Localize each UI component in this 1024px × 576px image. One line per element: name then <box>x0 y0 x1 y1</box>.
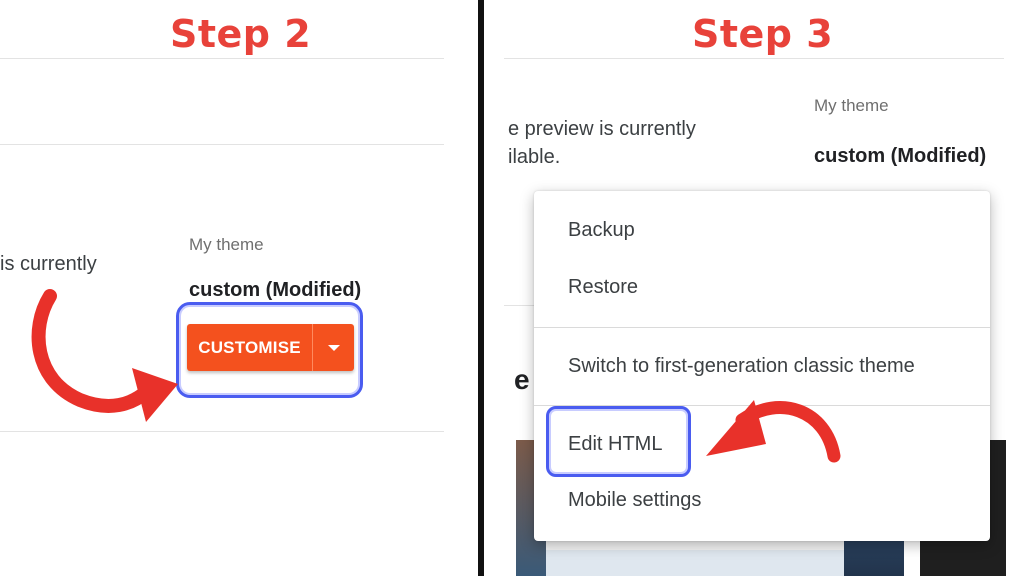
divider-line <box>0 58 444 59</box>
menu-item-restore[interactable]: Restore <box>568 276 638 299</box>
theme-options-menu: Backup Restore Switch to first-generatio… <box>534 191 990 541</box>
theme-thumbnail[interactable] <box>546 540 844 576</box>
step-2-panel: Step 2 is currently My theme custom (Mod… <box>0 0 478 576</box>
menu-item-mobile-settings[interactable]: Mobile settings <box>568 489 701 512</box>
customise-button[interactable]: CUSTOMISE <box>187 324 312 371</box>
preview-unavailable-text: is currently <box>0 253 97 275</box>
step-3-title: Step 3 <box>692 12 834 56</box>
preview-unavailable-text: e preview is currently ilable. <box>508 115 696 171</box>
theme-options-dropdown-button[interactable] <box>312 324 354 371</box>
preview-text-line: e preview is currently <box>508 118 696 140</box>
customise-button-group: CUSTOMISE <box>187 324 354 371</box>
menu-item-switch-classic-theme[interactable]: Switch to first-generation classic theme <box>568 355 915 378</box>
step-2-title: Step 2 <box>170 12 312 56</box>
curved-arrow-icon <box>31 289 178 422</box>
caret-down-icon <box>327 344 340 351</box>
my-theme-label: My theme <box>189 235 264 254</box>
curved-arrow-icon <box>706 400 841 463</box>
menu-separator <box>534 327 990 328</box>
section-heading: e <box>514 364 530 395</box>
theme-name: custom (Modified) <box>814 145 987 167</box>
divider-line <box>504 58 1004 59</box>
menu-item-edit-html[interactable]: Edit HTML <box>568 433 662 456</box>
divider-line <box>0 144 444 145</box>
my-theme-label: My theme <box>814 96 889 115</box>
theme-name: custom (Modified) <box>189 279 362 301</box>
menu-item-backup[interactable]: Backup <box>568 219 635 242</box>
preview-text-line: ilable. <box>508 146 561 168</box>
step-3-panel: Step 3 e preview is currently ilable. My… <box>484 0 1024 576</box>
